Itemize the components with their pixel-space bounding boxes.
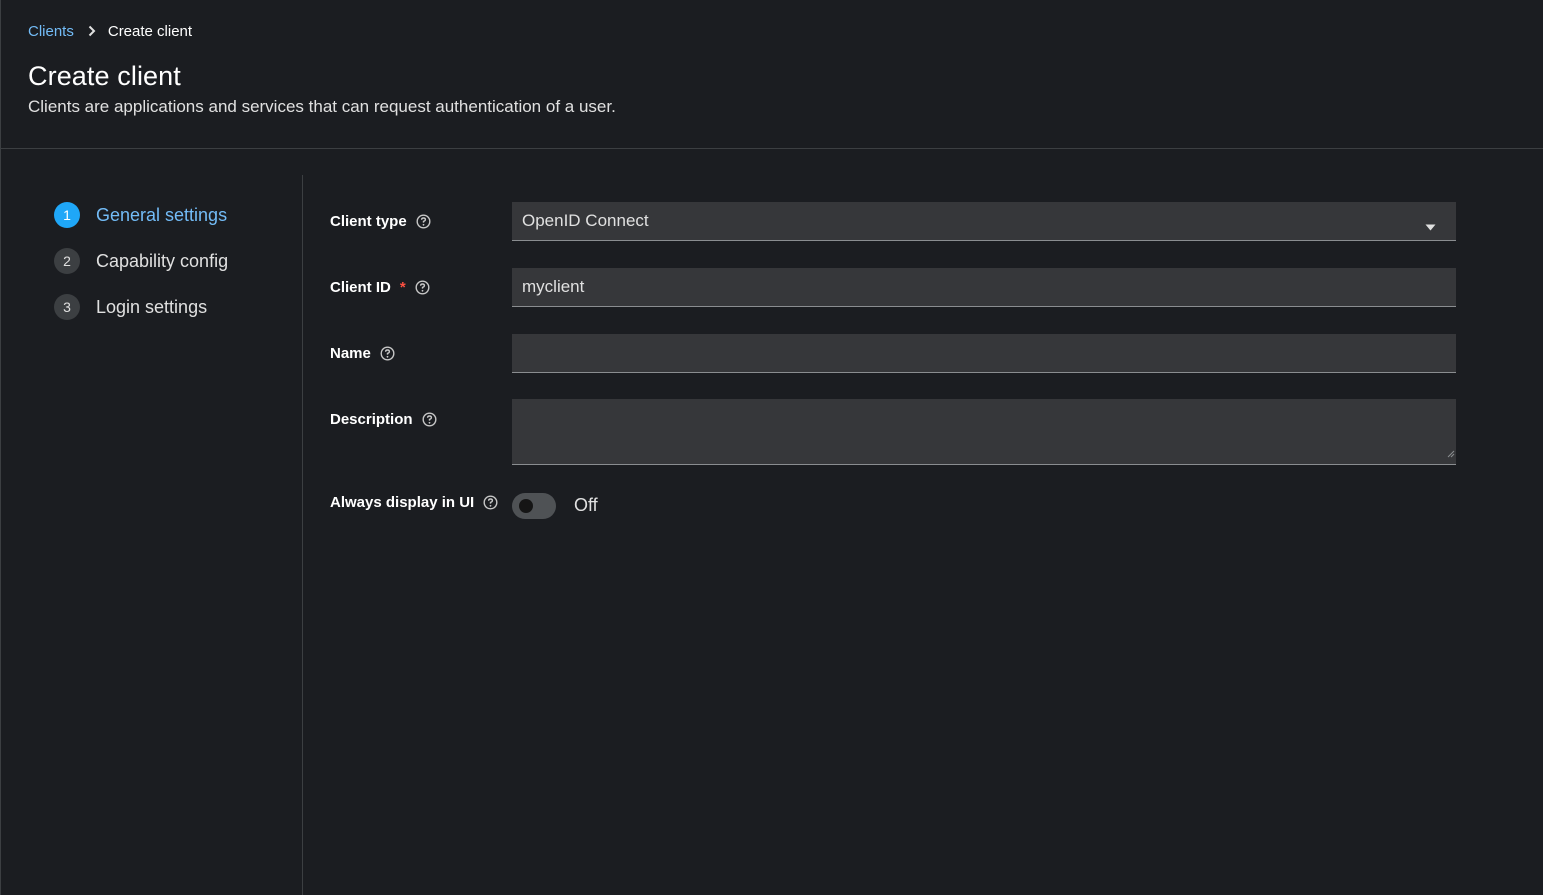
name-label-text: Name [330, 345, 371, 362]
page-subtitle: Clients are applications and services th… [28, 97, 616, 116]
step-label: General settings [96, 204, 228, 225]
wizard-step-login-settings[interactable]: 3 Login settings [54, 294, 207, 320]
client-id-label-text: Client ID [330, 279, 391, 296]
breadcrumb: Clients Create client [28, 21, 192, 41]
step-number: 3 [54, 294, 80, 320]
client-id-label: Client ID * [330, 279, 430, 296]
always-display-toggle[interactable] [512, 493, 556, 519]
toggle-knob [519, 499, 533, 513]
step-number: 1 [54, 202, 80, 228]
help-circle-icon[interactable] [422, 412, 437, 427]
create-client-page: Clients Create client Create client Clie… [0, 0, 1543, 895]
help-circle-icon[interactable] [416, 214, 431, 229]
step-label: Login settings [96, 296, 208, 317]
chevron-right-icon [88, 25, 96, 37]
always-display-state: Off [574, 495, 598, 515]
client-type-select[interactable]: OpenID Connect [512, 202, 1456, 241]
name-label: Name [330, 345, 395, 362]
wizard-step-general-settings[interactable]: 1 General settings [54, 202, 227, 228]
help-circle-icon[interactable] [415, 280, 430, 295]
step-label: Capability config [96, 250, 229, 271]
help-circle-icon[interactable] [380, 346, 395, 361]
description-label-text: Description [330, 411, 413, 428]
name-input[interactable] [512, 334, 1456, 372]
caret-down-icon [1425, 218, 1436, 236]
help-circle-icon[interactable] [483, 495, 498, 510]
wizard-nav: 1 General settings 2 Capability config 3… [1, 175, 303, 895]
page-title: Create client [28, 61, 181, 91]
client-type-label-text: Client type [330, 213, 407, 230]
always-display-label-text: Always display in UI [330, 494, 475, 511]
description-label: Description [330, 411, 437, 428]
breadcrumb-clients-link[interactable]: Clients [28, 23, 74, 40]
description-field-wrap [512, 399, 1456, 465]
client-id-field-wrap [512, 268, 1456, 307]
client-type-value: OpenID Connect [522, 211, 649, 230]
wizard-step-capability-config[interactable]: 2 Capability config [54, 248, 228, 274]
step-number: 2 [54, 248, 80, 274]
client-id-input[interactable] [512, 268, 1456, 306]
required-marker: * [399, 279, 406, 296]
resize-grip-icon[interactable] [1445, 445, 1455, 463]
breadcrumb-current: Create client [107, 22, 193, 40]
always-display-label: Always display in UI [330, 494, 498, 511]
page-header: Clients Create client Create client Clie… [1, 0, 1543, 149]
description-textarea[interactable] [512, 399, 1456, 464]
client-type-label: Client type [330, 213, 431, 230]
name-field-wrap [512, 334, 1456, 373]
